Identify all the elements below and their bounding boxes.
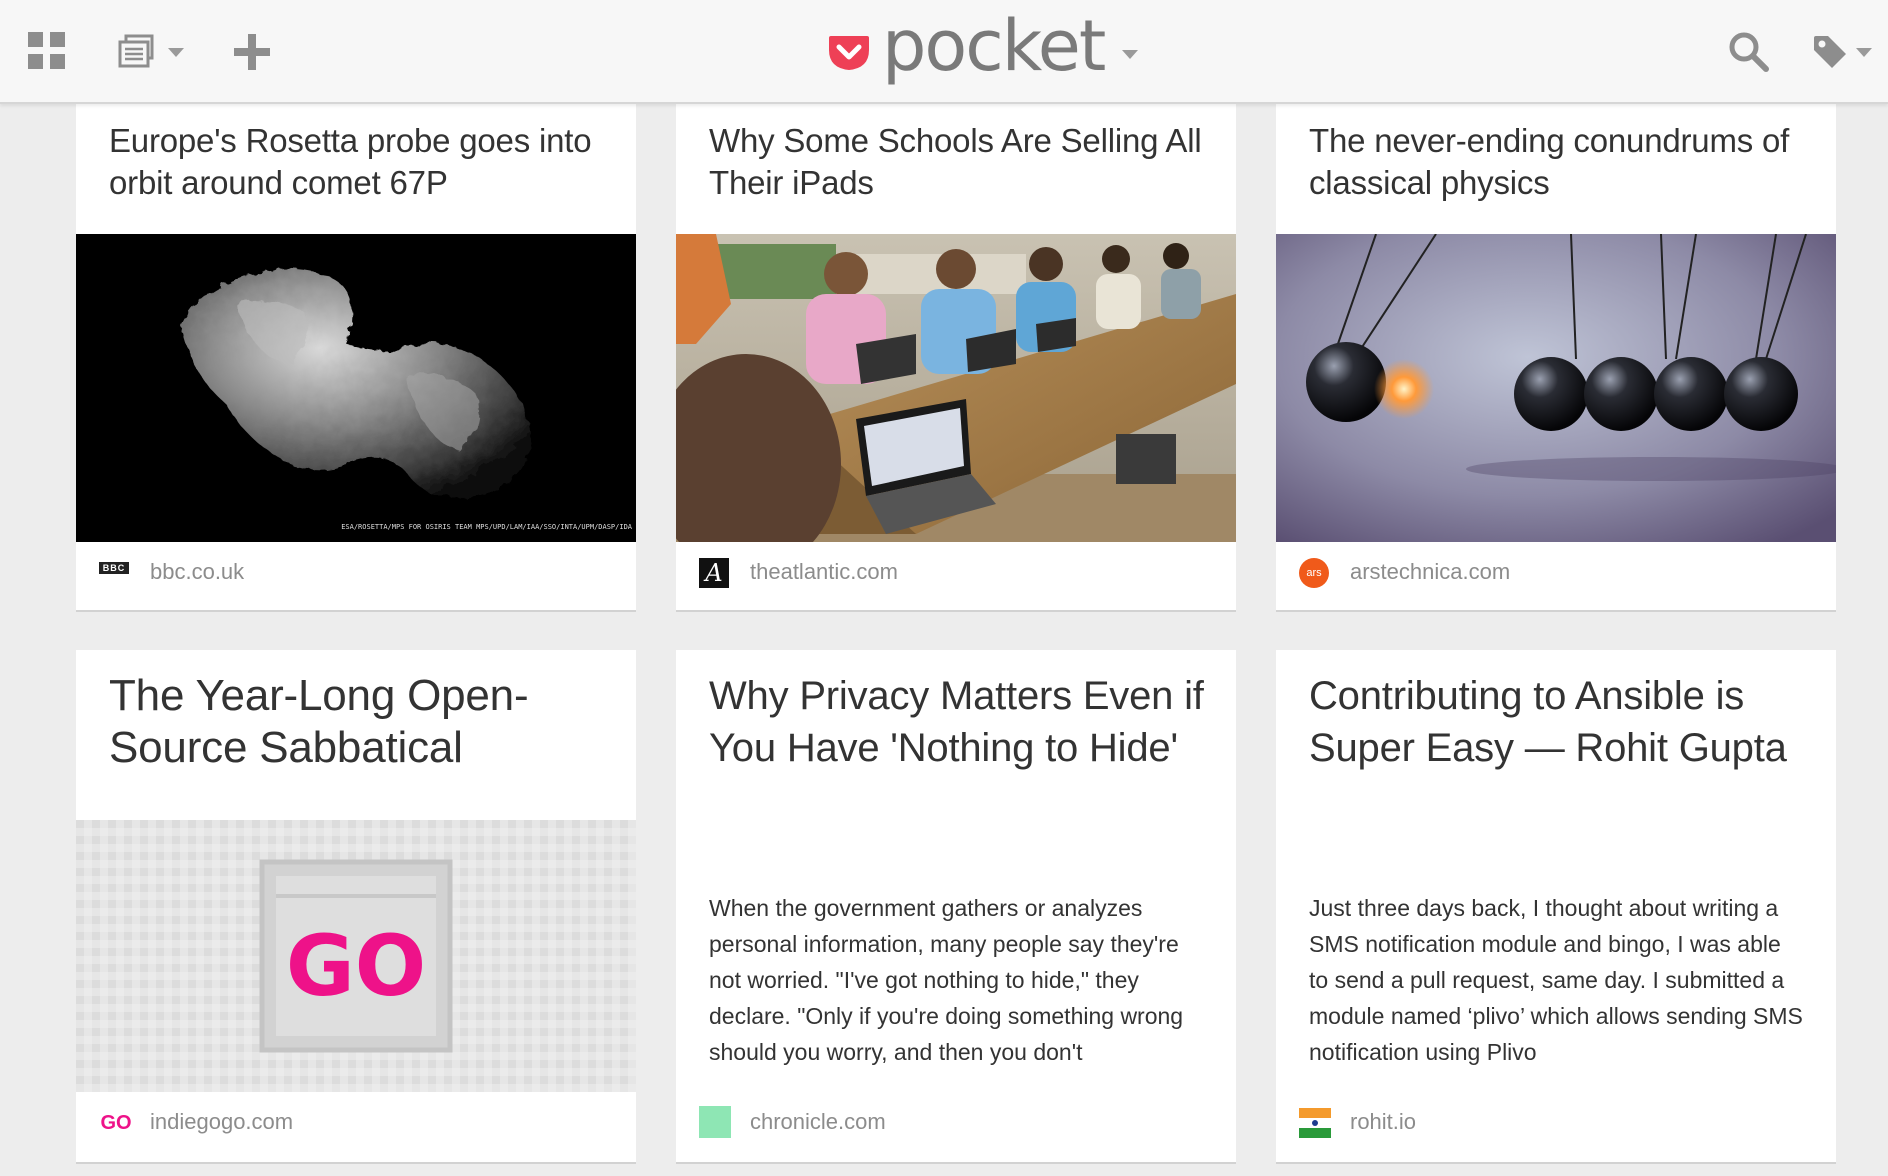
article-title[interactable]: Contributing to Ansible is Super Easy — …	[1309, 670, 1808, 774]
article-image[interactable]: GO	[76, 820, 636, 1092]
list-view-icon	[118, 34, 154, 68]
source-domain[interactable]: rohit.io	[1350, 1109, 1416, 1135]
article-card[interactable]: The Year-Long Open-Source Sabbatical GO …	[76, 650, 636, 1164]
indiegogo-image: GO	[76, 820, 636, 1092]
article-source: ars arstechnica.com	[1276, 542, 1836, 602]
add-icon	[234, 34, 270, 70]
article-image[interactable]	[1276, 234, 1836, 542]
ars-icon: ars	[1299, 558, 1329, 588]
article-source: A theatlantic.com	[676, 542, 1236, 602]
list-view-menu[interactable]	[116, 0, 196, 104]
chevron-down-icon	[1122, 49, 1139, 59]
tag-icon	[1814, 36, 1846, 68]
article-image[interactable]	[676, 234, 1236, 542]
article-card[interactable]: Contributing to Ansible is Super Easy — …	[1276, 650, 1836, 1164]
search-button[interactable]	[1728, 0, 1776, 104]
grid-view-icon[interactable]	[28, 0, 68, 104]
article-source: chronicle.com	[676, 1092, 1236, 1152]
atlantic-icon: A	[699, 558, 729, 588]
logo-text: pocket	[882, 5, 1106, 87]
article-source: GO indiegogo.com	[76, 1092, 636, 1152]
article-excerpt: When the government gathers or analyzes …	[709, 895, 1184, 1065]
chevron-down-icon	[1856, 47, 1872, 57]
pocket-logo-menu[interactable]: pocket	[828, 0, 1139, 104]
classroom-image	[676, 234, 1236, 542]
image-credit: ESA/ROSETTA/MPS FOR OSIRIS TEAM MPS/UPD/…	[341, 523, 633, 531]
article-image[interactable]: ESA/ROSETTA/MPS FOR OSIRIS TEAM MPS/UPD/…	[76, 234, 636, 542]
article-title[interactable]: The Year-Long Open-Source Sabbatical	[109, 670, 608, 774]
source-domain[interactable]: bbc.co.uk	[150, 559, 244, 585]
add-item-button[interactable]	[232, 0, 276, 104]
source-domain[interactable]: arstechnica.com	[1350, 559, 1510, 585]
article-source: BBC bbc.co.uk	[76, 542, 636, 602]
bbc-icon: BBC	[99, 562, 129, 574]
go-logo-text: GO	[286, 917, 426, 1015]
chronicle-icon	[699, 1106, 731, 1138]
article-card[interactable]: The never-ending conundrums of classical…	[1276, 104, 1836, 612]
article-card[interactable]: Why Privacy Matters Even if You Have 'No…	[676, 650, 1236, 1164]
article-title[interactable]: Why Privacy Matters Even if You Have 'No…	[709, 670, 1208, 774]
india-flag-icon	[1299, 1108, 1331, 1138]
source-domain[interactable]: theatlantic.com	[750, 559, 898, 585]
tags-menu[interactable]	[1812, 0, 1888, 104]
source-domain[interactable]: chronicle.com	[750, 1109, 886, 1135]
newtons-cradle-image	[1276, 234, 1836, 542]
search-icon	[1729, 32, 1769, 72]
comet-image: ESA/ROSETTA/MPS FOR OSIRIS TEAM MPS/UPD/…	[181, 268, 633, 531]
top-toolbar: pocket	[0, 0, 1888, 104]
article-title[interactable]: The never-ending conundrums of classical…	[1309, 120, 1808, 204]
article-card[interactable]: Europe's Rosetta probe goes into orbit a…	[76, 104, 636, 612]
article-source: rohit.io	[1276, 1092, 1836, 1152]
pocket-logo-icon	[829, 36, 869, 70]
chevron-down-icon	[168, 47, 184, 57]
indiegogo-icon: GO	[100, 1111, 132, 1134]
article-title[interactable]: Europe's Rosetta probe goes into orbit a…	[109, 120, 608, 204]
source-domain[interactable]: indiegogo.com	[150, 1109, 293, 1135]
article-card[interactable]: Why Some Schools Are Selling All Their i…	[676, 104, 1236, 612]
article-excerpt: Just three days back, I thought about wr…	[1309, 895, 1803, 1065]
article-title[interactable]: Why Some Schools Are Selling All Their i…	[709, 120, 1208, 204]
